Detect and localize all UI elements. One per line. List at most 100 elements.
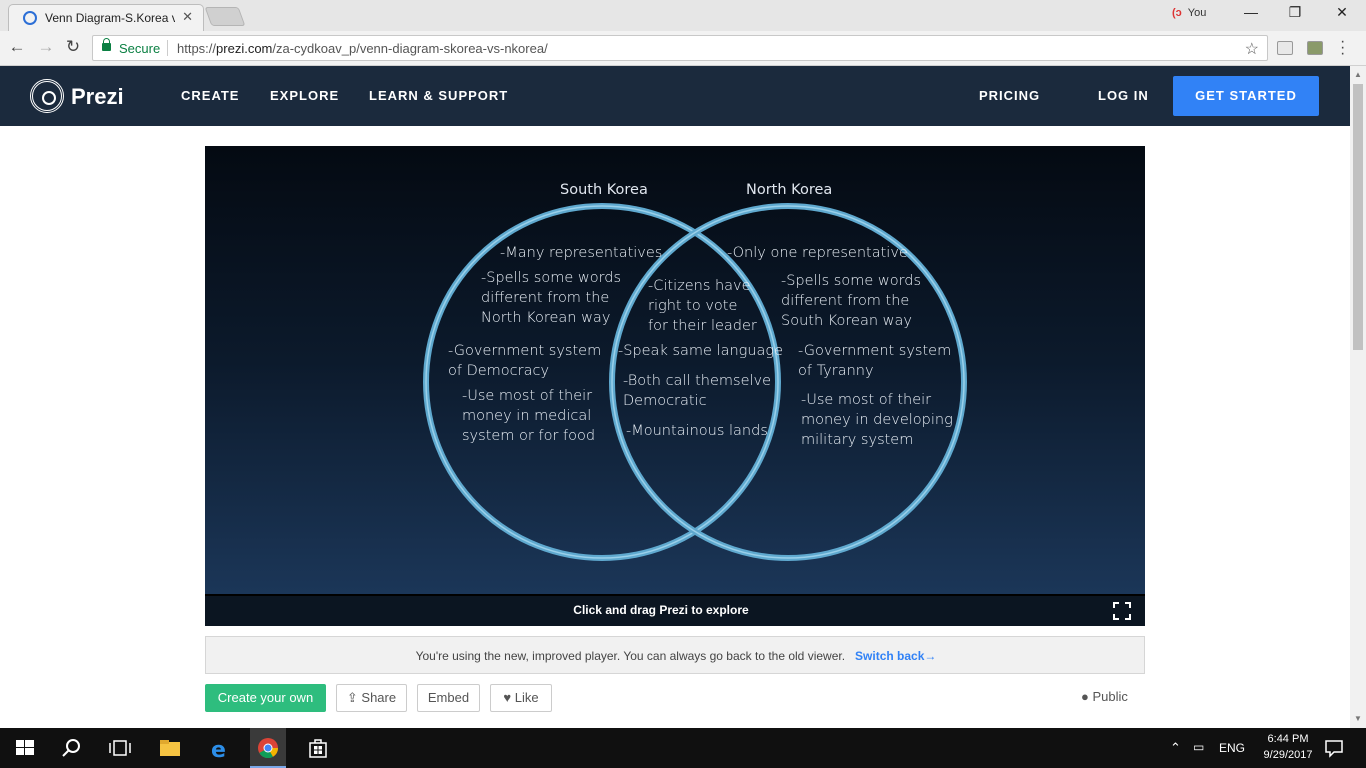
svg-text:e: e bbox=[211, 738, 226, 760]
right-item: of Tyranny bbox=[798, 363, 874, 379]
share-icon: ⇪ bbox=[346, 690, 358, 705]
right-item: South Korean way bbox=[781, 313, 912, 329]
windows-taskbar: e ⌃ ▭ ENG 6:44 PM 9/29/2017 bbox=[0, 728, 1366, 768]
south-korea-title: South Korea bbox=[560, 182, 648, 198]
left-item: -Government system bbox=[448, 343, 601, 359]
bookmark-star-icon[interactable]: ☆ bbox=[1245, 39, 1259, 59]
profile-label: You bbox=[1187, 7, 1207, 19]
address-bar[interactable]: Secure https://prezi.com/za-cydkoav_p/ve… bbox=[92, 35, 1268, 61]
battery-icon[interactable]: ▭ bbox=[1193, 740, 1204, 754]
right-item: -Government system bbox=[798, 343, 951, 359]
prezi-viewer[interactable]: South Korea North Korea -Many representa… bbox=[205, 146, 1145, 626]
url-divider bbox=[167, 40, 168, 56]
clock-time[interactable]: 6:44 PM bbox=[1258, 733, 1318, 745]
embed-button[interactable]: Embed bbox=[417, 684, 480, 712]
lock-icon bbox=[102, 38, 111, 51]
center-item: -Mountainous lands bbox=[626, 423, 768, 439]
back-arrow-icon[interactable]: ← bbox=[6, 37, 28, 57]
new-tab-button[interactable] bbox=[204, 7, 246, 26]
notice-message: You're using the new, improved player. Y… bbox=[415, 649, 846, 663]
tab-close-icon[interactable]: ✕ bbox=[182, 9, 193, 25]
browser-toolbar: ← → ↻ Secure https://prezi.com/za-cydkoa… bbox=[0, 31, 1366, 66]
scroll-thumb[interactable] bbox=[1353, 84, 1363, 350]
center-item: -Citizens have bbox=[648, 278, 751, 294]
file-explorer-icon[interactable] bbox=[158, 736, 182, 760]
nav-learn-support[interactable]: LEARN & SUPPORT bbox=[369, 88, 508, 103]
extension-icon[interactable] bbox=[1277, 41, 1293, 55]
restore-button[interactable]: ❐ bbox=[1280, 4, 1310, 21]
secure-label: Secure bbox=[119, 41, 161, 56]
tray-chevron-icon[interactable]: ⌃ bbox=[1170, 740, 1181, 756]
scroll-up-icon[interactable]: ▲ bbox=[1354, 70, 1362, 79]
visibility-label: ● Public bbox=[1081, 689, 1128, 704]
chrome-menu-icon[interactable]: · · · bbox=[1340, 34, 1345, 62]
chrome-taskbar-active[interactable] bbox=[250, 728, 286, 768]
center-item: right to vote bbox=[648, 298, 737, 314]
close-window-button[interactable]: ✕ bbox=[1327, 4, 1357, 21]
url-text[interactable]: https://prezi.com/za-cydkoav_p/venn-diag… bbox=[177, 41, 548, 56]
right-item: -Use most of their bbox=[801, 392, 931, 408]
nav-create[interactable]: CREATE bbox=[181, 88, 239, 103]
player-notice: You're using the new, improved player. Y… bbox=[205, 636, 1145, 674]
language-indicator[interactable]: ENG bbox=[1219, 741, 1245, 755]
viewer-hint: Click and drag Prezi to explore bbox=[573, 603, 749, 617]
chrome-icon bbox=[258, 738, 279, 759]
scroll-down-icon[interactable]: ▼ bbox=[1354, 714, 1362, 723]
visibility-text: Public bbox=[1092, 689, 1128, 704]
left-item: of Democracy bbox=[448, 363, 549, 379]
right-item: -Only one representative bbox=[727, 245, 908, 261]
right-item: -Spells some words bbox=[781, 273, 921, 289]
minimize-button[interactable]: — bbox=[1236, 4, 1266, 20]
forward-arrow-icon[interactable]: → bbox=[35, 37, 57, 57]
create-your-own-button[interactable]: Create your own bbox=[205, 684, 326, 712]
tab-title: Venn Diagram-S.Korea vs bbox=[45, 11, 175, 25]
venn-diagram: South Korea North Korea -Many representa… bbox=[423, 182, 967, 561]
get-started-button[interactable]: GET STARTED bbox=[1173, 76, 1319, 116]
url-host: prezi.com bbox=[216, 41, 273, 56]
like-label: Like bbox=[514, 690, 539, 705]
left-item: North Korean way bbox=[481, 310, 610, 326]
viewer-controls: Click and drag Prezi to explore bbox=[205, 594, 1145, 626]
fullscreen-icon[interactable] bbox=[1113, 602, 1131, 620]
browser-titlebar: Venn Diagram-S.Korea vs ✕ (ↄ You — ❐ ✕ bbox=[0, 0, 1366, 31]
center-item: Democratic bbox=[623, 393, 707, 409]
url-path: /za-cydkoav_p/venn-diagram-skorea-vs-nko… bbox=[272, 41, 548, 56]
prezi-favicon-icon bbox=[23, 11, 37, 25]
share-button[interactable]: ⇪ Share bbox=[336, 684, 407, 712]
center-item: for their leader bbox=[648, 318, 757, 334]
left-item: -Spells some words bbox=[481, 270, 621, 286]
center-item: -Speak same language bbox=[618, 343, 783, 359]
center-item: -Both call themselve bbox=[623, 373, 771, 389]
switch-back-link[interactable]: Switch back→ bbox=[855, 649, 936, 663]
store-icon[interactable] bbox=[306, 736, 330, 760]
notice-text-wrap: You're using the new, improved player. Y… bbox=[206, 649, 1146, 663]
windows-start-icon[interactable] bbox=[13, 736, 37, 760]
globe-icon: ● bbox=[1081, 689, 1089, 704]
prezi-logo-text[interactable]: Prezi bbox=[71, 84, 124, 110]
browser-tab[interactable]: Venn Diagram-S.Korea vs ✕ bbox=[8, 4, 204, 31]
left-item: different from the bbox=[481, 290, 609, 306]
page-scrollbar[interactable]: ▲ ▼ bbox=[1350, 66, 1366, 728]
left-item: -Many representatives bbox=[500, 245, 662, 261]
url-scheme: https:// bbox=[177, 41, 217, 56]
reload-icon[interactable]: ↻ bbox=[62, 37, 84, 57]
like-button[interactable]: ♥ Like bbox=[490, 684, 552, 712]
heart-icon: ♥ bbox=[503, 690, 512, 705]
profile-button[interactable]: (ↄ You bbox=[1172, 7, 1206, 19]
extension-icon-2[interactable] bbox=[1307, 41, 1323, 55]
left-item: system or for food bbox=[462, 428, 595, 444]
profile-icon: (ↄ bbox=[1172, 7, 1182, 19]
left-item: -Use most of their bbox=[462, 388, 592, 404]
task-view-icon[interactable] bbox=[108, 736, 132, 760]
clock-date[interactable]: 9/29/2017 bbox=[1254, 749, 1322, 761]
prezi-logo-icon[interactable] bbox=[30, 79, 64, 113]
site-header: Prezi CREATE EXPLORE LEARN & SUPPORT PRI… bbox=[0, 66, 1350, 126]
right-item: different from the bbox=[781, 293, 909, 309]
search-icon[interactable] bbox=[60, 736, 84, 760]
right-item: money in developing bbox=[801, 412, 953, 428]
edge-browser-icon[interactable]: e bbox=[208, 736, 232, 760]
nav-explore[interactable]: EXPLORE bbox=[270, 88, 339, 103]
notifications-icon[interactable] bbox=[1322, 736, 1346, 760]
nav-login[interactable]: LOG IN bbox=[1098, 88, 1149, 103]
nav-pricing[interactable]: PRICING bbox=[979, 88, 1040, 103]
